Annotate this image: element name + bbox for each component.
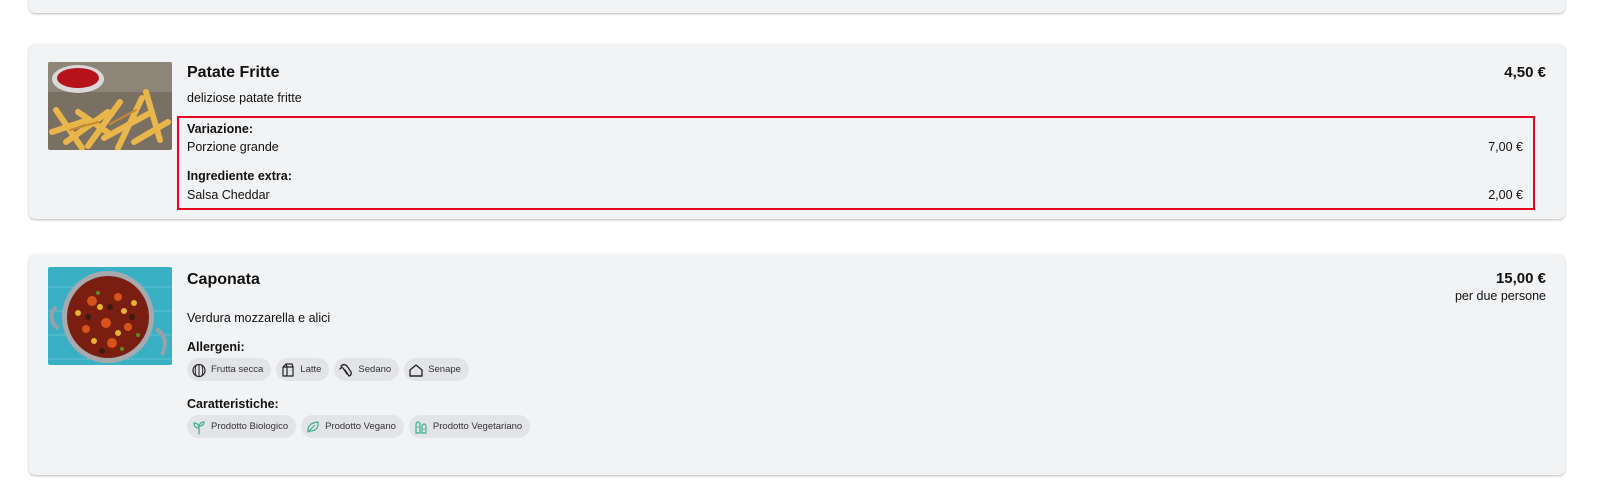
celery-icon [339,363,353,377]
extra-ingredient-heading: Ingrediente extra: [187,169,292,183]
price-note: per due persone [1454,289,1546,303]
variation-heading: Variazione: [187,122,253,136]
option-name: Porzione grande [187,140,279,154]
item-title: Caponata [187,271,260,288]
caponata-image [48,267,172,365]
option-price: 7,00 € [1488,140,1523,154]
item-price: 4,50 € [1504,64,1546,81]
vegetarian-icon [415,420,427,434]
item-description: deliziose patate fritte [187,91,302,105]
allergen-label: Sedano [358,364,392,375]
item-title: Patate Fritte [187,64,280,81]
feature-label: Prodotto Vegetariano [432,421,523,432]
feature-label: Prodotto Biologico [211,421,289,432]
menu-item-card-previous [29,0,1565,13]
allergen-chip-latte: Latte [276,358,330,381]
allergen-label: Senape [428,364,461,375]
features-heading: Caratteristiche: [187,397,279,411]
vegan-leaf-icon [307,420,319,433]
option-name: Salsa Cheddar [187,188,270,202]
allergen-label: Frutta secca [211,364,264,375]
menu-item-card-caponata[interactable]: Caponata Verdura mozzarella e alici 15,0… [29,254,1565,475]
selected-options-box: Variazione: Porzione grande 7,00 € Ingre… [177,116,1535,210]
option-row: Porzione grande 7,00 € [187,140,1523,154]
allergen-chip-frutta-secca: Frutta secca [187,358,272,381]
allergens-heading: Allergeni: [187,340,245,354]
allergen-chip-sedano: Sedano [334,358,400,381]
option-row: Salsa Cheddar 2,00 € [187,188,1523,202]
feature-chip-vegano: Prodotto Vegano [301,415,404,438]
feature-chip-vegetariano: Prodotto Vegetariano [408,415,531,438]
patate-fritte-image [48,62,172,150]
nut-icon [192,363,206,377]
feature-label: Prodotto Vegano [325,421,396,432]
allergen-label: Latte [300,364,322,375]
allergens-list: Frutta secca Latte Sedano Senape [187,358,469,381]
item-price: 15,00 € [1495,270,1546,287]
item-description: Verdura mozzarella e alici [187,311,331,325]
features-list: Prodotto Biologico Prodotto Vegano Prodo… [187,415,531,438]
milk-icon [282,362,294,377]
menu-item-card-patate-fritte[interactable]: Patate Fritte deliziose patate fritte 4,… [29,44,1565,219]
organic-icon [193,420,205,435]
feature-chip-biologico: Prodotto Biologico [187,415,297,438]
mustard-icon [409,363,423,377]
allergen-chip-senape: Senape [404,358,469,381]
option-price: 2,00 € [1488,188,1523,202]
